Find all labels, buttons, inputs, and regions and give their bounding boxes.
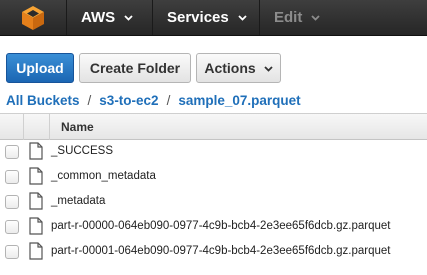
file-name[interactable]: part-r-00000-064eb090-0977-4c9b-bcb4-2e3… <box>51 220 391 232</box>
table-header: Name <box>0 113 427 140</box>
table-row[interactable]: _SUCCESS <box>0 140 427 165</box>
table-row[interactable]: part-r-00001-064eb090-0977-4c9b-bcb4-2e3… <box>0 240 427 265</box>
file-name[interactable]: _SUCCESS <box>51 145 113 157</box>
row-checkbox[interactable] <box>5 245 19 259</box>
file-icon <box>29 242 43 260</box>
file-name[interactable]: _common_metadata <box>51 170 156 182</box>
table-row[interactable]: _common_metadata <box>0 165 427 190</box>
name-column-header[interactable]: Name <box>61 120 94 134</box>
chevron-down-icon <box>311 15 320 21</box>
file-name[interactable]: _metadata <box>51 195 105 207</box>
aws-menu-label: AWS <box>81 9 116 26</box>
upload-button-label: Upload <box>16 60 64 76</box>
chevron-down-icon <box>264 65 273 72</box>
table-row[interactable]: part-r-00000-064eb090-0977-4c9b-bcb4-2e3… <box>0 215 427 240</box>
upload-button[interactable]: Upload <box>6 53 74 83</box>
aws-logo[interactable] <box>0 0 67 35</box>
breadcrumb: All Buckets / s3-to-ec2 / sample_07.parq… <box>6 91 301 109</box>
row-checkbox[interactable] <box>5 170 19 184</box>
file-icon <box>29 192 43 210</box>
breadcrumb-separator: / <box>166 92 171 108</box>
header-checkbox-column <box>0 114 24 140</box>
create-folder-button-label: Create Folder <box>89 60 181 76</box>
aws-cube-logo-icon <box>22 5 44 30</box>
edit-menu-label: Edit <box>274 9 303 26</box>
row-checkbox[interactable] <box>5 195 19 209</box>
row-checkbox[interactable] <box>5 145 19 159</box>
top-nav-bar: AWS Services Edit <box>0 0 427 36</box>
actions-button-label: Actions <box>204 60 256 76</box>
services-menu[interactable]: Services <box>153 0 260 35</box>
header-icon-column <box>24 114 50 140</box>
breadcrumb-all-buckets[interactable]: All Buckets <box>6 93 80 108</box>
file-icon <box>29 167 43 185</box>
objects-table: Name _SUCCESS _common_metadata _metadata <box>0 113 427 265</box>
breadcrumb-bucket[interactable]: s3-to-ec2 <box>99 93 158 108</box>
breadcrumb-folder[interactable]: sample_07.parquet <box>178 93 300 108</box>
file-icon <box>29 217 43 235</box>
chevron-down-icon <box>124 15 133 21</box>
chevron-down-icon <box>238 15 247 21</box>
table-row[interactable]: _metadata <box>0 190 427 215</box>
edit-menu[interactable]: Edit <box>260 0 342 35</box>
file-icon <box>29 142 43 160</box>
breadcrumb-separator: / <box>87 92 92 108</box>
file-name[interactable]: part-r-00001-064eb090-0977-4c9b-bcb4-2e3… <box>51 245 391 257</box>
services-menu-label: Services <box>167 9 229 26</box>
actions-button[interactable]: Actions <box>196 53 281 83</box>
create-folder-button[interactable]: Create Folder <box>79 53 191 83</box>
row-checkbox[interactable] <box>5 220 19 234</box>
aws-menu[interactable]: AWS <box>67 0 153 35</box>
